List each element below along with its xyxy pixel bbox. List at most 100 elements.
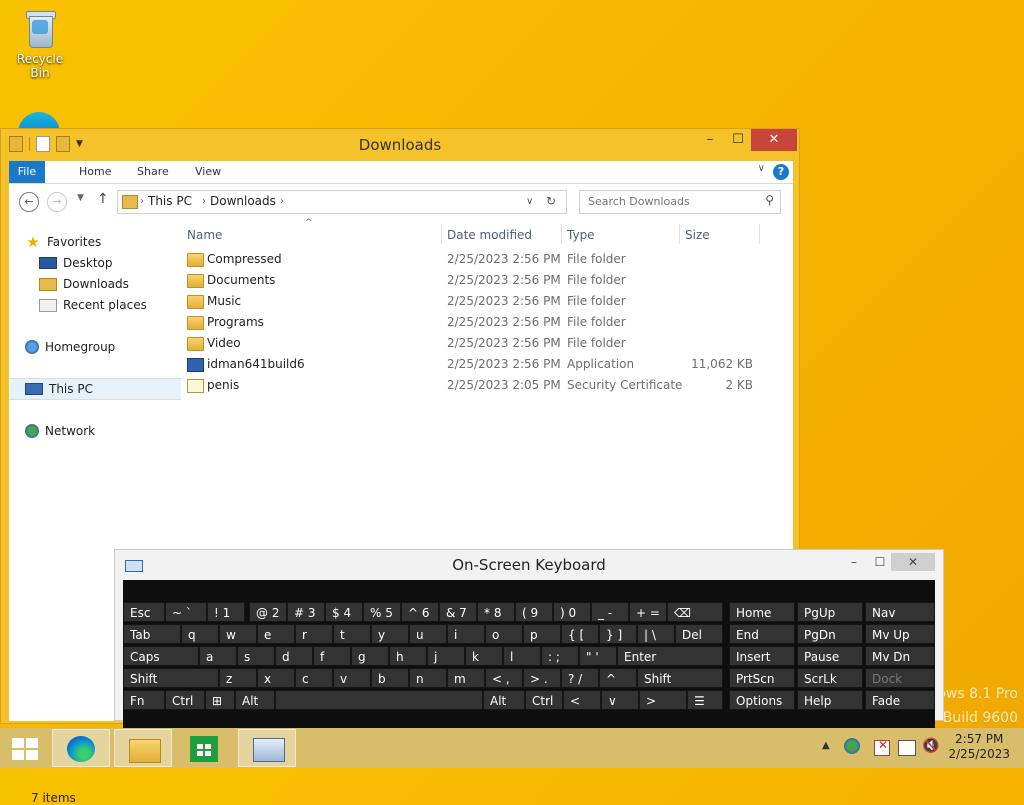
refresh-icon[interactable]: ↻	[546, 194, 556, 208]
nav-homegroup[interactable]: Homegroup	[25, 337, 115, 357]
osk-side-key[interactable]: Options	[729, 690, 795, 710]
osk-key[interactable]: | \	[637, 624, 675, 644]
osk-key[interactable]: Shift	[637, 668, 723, 688]
osk-key[interactable]: ⊞	[205, 690, 235, 710]
search-input[interactable]	[586, 194, 760, 209]
osk-key[interactable]: Fn	[123, 690, 165, 710]
osk-side-key[interactable]: Fade	[865, 690, 935, 710]
osk-key[interactable]: Caps	[123, 646, 199, 666]
osk-key[interactable]: ! 1	[207, 602, 245, 622]
osk-key[interactable]: * 8	[477, 602, 515, 622]
forward-button[interactable]: →	[47, 192, 67, 212]
up-button[interactable]: ↑	[97, 191, 109, 207]
osk-key[interactable]: Enter	[617, 646, 723, 666]
taskbar-store[interactable]	[176, 729, 234, 767]
osk-key[interactable]: > .	[523, 668, 561, 688]
osk-key[interactable]: _ -	[591, 602, 629, 622]
osk-key[interactable]: Del	[675, 624, 723, 644]
column-divider[interactable]	[561, 224, 562, 244]
osk-key[interactable]: z	[219, 668, 257, 688]
recycle-bin-desktop-icon[interactable]: Recycle Bin	[6, 6, 74, 80]
action-center-flag-icon[interactable]: ✕	[874, 738, 890, 756]
nav-downloads[interactable]: Downloads	[39, 274, 129, 294]
osk-key[interactable]: < ,	[485, 668, 523, 688]
osk-key[interactable]: % 5	[363, 602, 401, 622]
expand-ribbon-icon[interactable]: ∨	[758, 163, 765, 174]
nav-network[interactable]: Network	[25, 421, 95, 441]
osk-key[interactable]: Tab	[123, 624, 181, 644]
osk-key[interactable]: k	[465, 646, 503, 666]
osk-side-key[interactable]: Help	[797, 690, 863, 710]
column-divider[interactable]	[679, 224, 680, 244]
start-button[interactable]	[0, 729, 58, 767]
osk-key[interactable]: y	[371, 624, 409, 644]
osk-key[interactable]: m	[447, 668, 485, 688]
column-divider[interactable]	[759, 224, 760, 244]
osk-side-key[interactable]: PgUp	[797, 602, 863, 622]
osk-key[interactable]: r	[295, 624, 333, 644]
osk-key[interactable]: ⌫	[667, 602, 723, 622]
osk-key[interactable]: ) 0	[553, 602, 591, 622]
file-row[interactable]: Programs 2/25/2023 2:56 PM File folder	[179, 312, 779, 333]
volume-muted-icon[interactable]: 🔇	[922, 738, 939, 754]
osk-key[interactable]: h	[389, 646, 427, 666]
osk-key[interactable]: ( 9	[515, 602, 553, 622]
file-row[interactable]: Compressed 2/25/2023 2:56 PM File folder	[179, 249, 779, 270]
osk-key[interactable]: + =	[629, 602, 667, 622]
osk-key[interactable]: <	[563, 690, 601, 710]
osk-key[interactable]: q	[181, 624, 219, 644]
osk-key[interactable]: w	[219, 624, 257, 644]
maximize-button[interactable]: ☐	[723, 129, 753, 151]
osk-key[interactable]: Esc	[123, 602, 165, 622]
osk-maximize-button[interactable]: ☐	[867, 553, 893, 571]
taskbar-edge[interactable]	[52, 729, 110, 767]
osk-key[interactable]: $ 4	[325, 602, 363, 622]
osk-key[interactable]: & 7	[439, 602, 477, 622]
osk-key[interactable]: e	[257, 624, 295, 644]
osk-key[interactable]: : ;	[541, 646, 579, 666]
column-divider[interactable]	[441, 224, 442, 244]
tab-share[interactable]: Share	[127, 161, 179, 183]
osk-key[interactable]: ^ 6	[401, 602, 439, 622]
file-row[interactable]: Documents 2/25/2023 2:56 PM File folder	[179, 270, 779, 291]
osk-side-key[interactable]: End	[729, 624, 795, 644]
clock[interactable]: 2:57 PM 2/25/2023	[948, 732, 1010, 762]
osk-key[interactable]: ☰	[687, 690, 723, 710]
column-name[interactable]: Name	[187, 228, 222, 242]
osk-side-key[interactable]: Dock	[865, 668, 935, 688]
osk-key[interactable]: x	[257, 668, 295, 688]
osk-key[interactable]: o	[485, 624, 523, 644]
nav-favorites[interactable]: ★ Favorites	[25, 232, 101, 252]
tab-view[interactable]: View	[185, 161, 231, 183]
osk-side-key[interactable]: Insert	[729, 646, 795, 666]
osk-key[interactable]: @ 2	[249, 602, 287, 622]
network-tray-icon[interactable]	[844, 738, 860, 754]
column-type[interactable]: Type	[567, 228, 595, 242]
osk-side-key[interactable]: Mv Up	[865, 624, 935, 644]
column-size[interactable]: Size	[685, 228, 710, 242]
osk-key[interactable]: Alt	[483, 690, 525, 710]
minimize-button[interactable]: –	[695, 129, 725, 151]
osk-key[interactable]: Shift	[123, 668, 219, 688]
osk-side-key[interactable]: PgDn	[797, 624, 863, 644]
osk-key[interactable]: ^	[599, 668, 637, 688]
breadcrumb-downloads[interactable]: Downloads	[210, 194, 276, 208]
address-dropdown-icon[interactable]: ∨	[526, 196, 533, 207]
title-bar[interactable]: ▼ Downloads – ☐ ✕	[1, 129, 799, 159]
search-box[interactable]: ⚲	[579, 190, 781, 214]
show-hidden-icons-chevron-icon[interactable]: ▲	[822, 740, 830, 751]
osk-key[interactable]: ∨	[601, 690, 639, 710]
osk-side-key[interactable]: Home	[729, 602, 795, 622]
tab-home[interactable]: Home	[69, 161, 121, 183]
osk-key[interactable]: i	[447, 624, 485, 644]
osk-close-button[interactable]: ✕	[891, 553, 935, 571]
nav-this-pc[interactable]: This PC	[9, 378, 181, 400]
taskbar-on-screen-keyboard[interactable]	[238, 729, 296, 767]
osk-key[interactable]: ? /	[561, 668, 599, 688]
osk-key[interactable]: b	[371, 668, 409, 688]
osk-key[interactable]: # 3	[287, 602, 325, 622]
osk-side-key[interactable]: PrtScn	[729, 668, 795, 688]
osk-key[interactable]: } ]	[599, 624, 637, 644]
osk-key[interactable]: Ctrl	[525, 690, 563, 710]
osk-key[interactable]: c	[295, 668, 333, 688]
